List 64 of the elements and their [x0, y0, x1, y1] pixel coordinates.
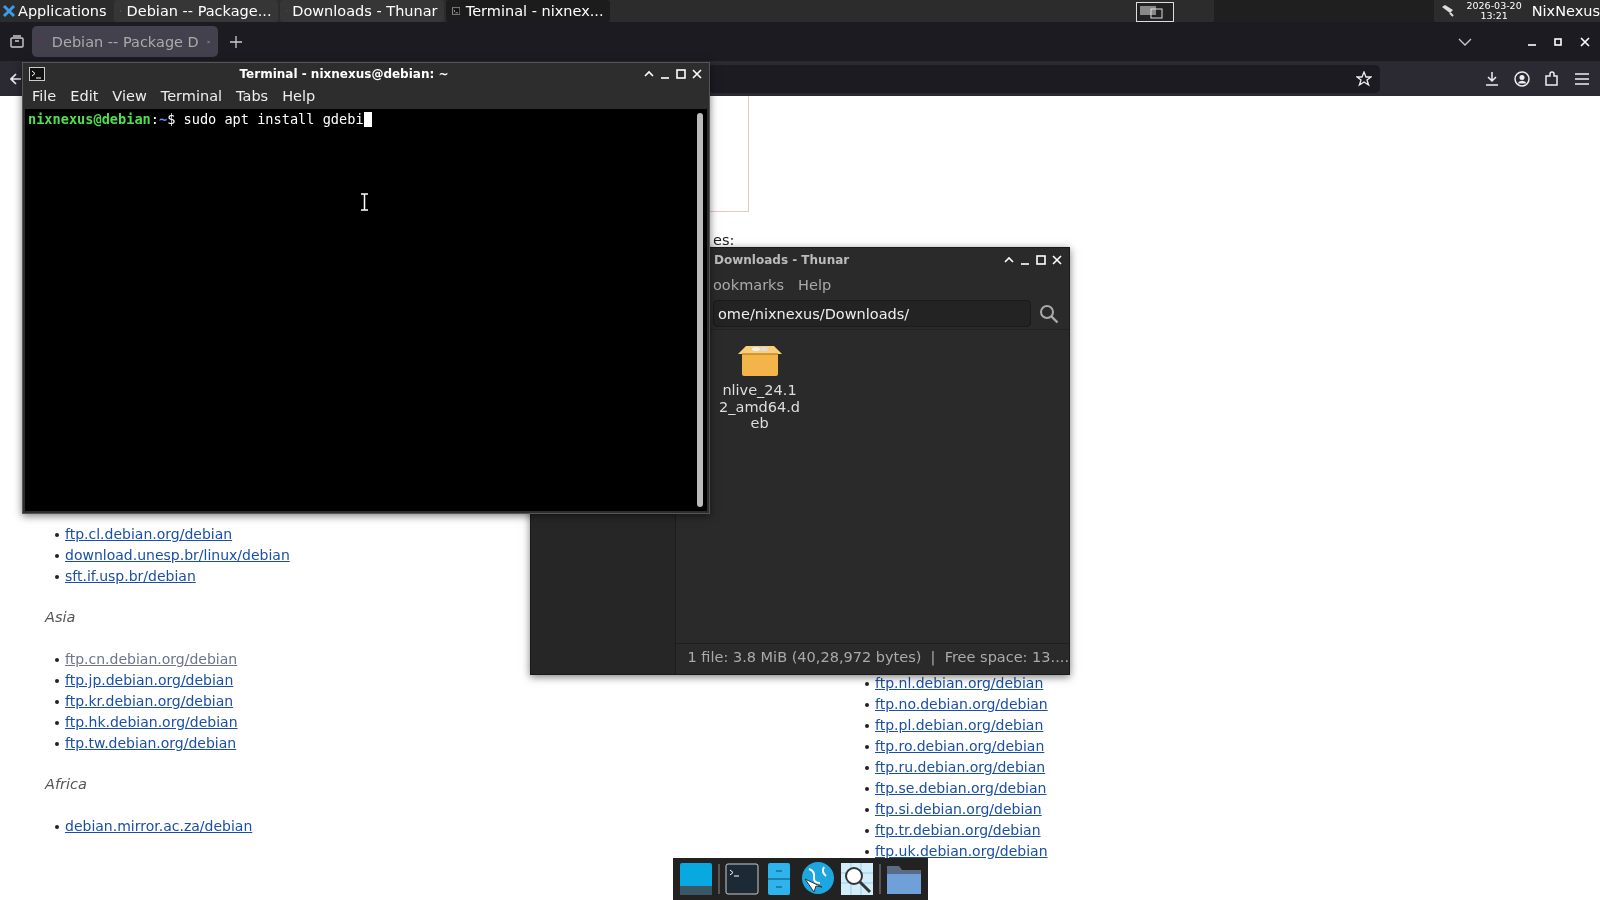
region-heading: Africa — [45, 775, 88, 794]
menu-item[interactable]: File — [25, 88, 64, 104]
desktop-icon[interactable] — [679, 862, 713, 896]
path-field[interactable]: ome/nixnexus/Downloads/ — [713, 300, 1031, 327]
menu-item[interactable]: Edit — [63, 88, 106, 104]
mirror-link[interactable]: ftp.hk.debian.org/debian — [65, 712, 238, 733]
account-icon[interactable] — [1514, 70, 1530, 87]
browser-tab[interactable]: Debian -- Package D — [32, 26, 218, 57]
mirror-link[interactable]: ftp.pl.debian.org/debian — [875, 715, 1044, 736]
mirror-link[interactable]: ftp.uk.debian.org/debian — [875, 841, 1048, 862]
clock[interactable]: 2026-03-20 13:21 — [1466, 1, 1522, 21]
download-icon[interactable] — [1484, 70, 1500, 87]
search-icon[interactable] — [840, 862, 874, 896]
scrollbar[interactable] — [697, 113, 703, 507]
tab-overview-icon[interactable] — [10, 35, 24, 48]
maximize-icon[interactable] — [1554, 37, 1562, 46]
mirror-link[interactable]: ftp.se.debian.org/debian — [875, 778, 1047, 799]
mirror-link[interactable]: ftp.nl.debian.org/debian — [875, 673, 1044, 694]
applications-menu[interactable]: Applications — [0, 0, 113, 22]
maximize-icon[interactable] — [675, 68, 687, 80]
page-text: es: — [713, 232, 735, 248]
menu-item[interactable]: View — [105, 88, 154, 104]
mirror-link[interactable]: ftp.no.debian.org/debian — [875, 694, 1048, 715]
mirror-link[interactable]: sft.if.usp.br/debian — [65, 566, 196, 587]
mirror-link[interactable]: ftp.ru.debian.org/debian — [875, 757, 1046, 778]
mirror-link[interactable]: ftp.cl.debian.org/debian — [65, 524, 233, 545]
mirror-link[interactable]: debian.mirror.ac.za/debian — [65, 816, 253, 837]
extensions-icon[interactable] — [1544, 70, 1560, 87]
new-tab-icon[interactable] — [230, 35, 242, 48]
menu-item[interactable]: ookmarks — [706, 277, 792, 293]
mirror-link[interactable]: ftp.ro.debian.org/debian — [875, 736, 1045, 757]
menu-item[interactable]: Terminal — [153, 88, 230, 104]
taskbar-button[interactable]: Terminal - nixnex... — [445, 0, 610, 22]
terminal-icon — [451, 5, 460, 17]
star-icon[interactable] — [1356, 70, 1372, 87]
chevron-down-icon[interactable] — [1458, 37, 1472, 46]
mirror-link[interactable]: ftp.kr.debian.org/debian — [65, 691, 234, 712]
user-name[interactable]: NixNexus — [1531, 3, 1600, 19]
terminal-icon — [29, 67, 45, 81]
region-heading: Asia — [45, 608, 77, 627]
mirror-link[interactable]: download.unesp.br/linux/debian — [65, 545, 290, 566]
back-arrow-icon[interactable] — [10, 72, 22, 85]
maximize-icon[interactable] — [1035, 254, 1047, 266]
taskbar-button[interactable]: Debian -- Package... — [113, 0, 278, 22]
taskbar-button[interactable]: Downloads - Thunar — [279, 0, 444, 22]
menu-icon[interactable] — [1574, 71, 1590, 86]
text-cursor-icon — [360, 193, 369, 211]
menu-item[interactable]: Help — [275, 88, 323, 104]
window-title: Downloads - Thunar — [714, 253, 851, 267]
terminal-icon[interactable] — [725, 862, 759, 896]
search-icon[interactable] — [1039, 303, 1059, 324]
x-logo-icon — [2, 4, 16, 18]
mirror-link[interactable]: ftp.cn.debian.org/debian — [65, 649, 238, 670]
globe-pointer-icon[interactable] — [799, 861, 835, 897]
mirror-link[interactable]: ftp.jp.debian.org/debian — [65, 670, 234, 691]
mirror-link[interactable]: ftp.si.debian.org/debian — [875, 799, 1042, 820]
menu-item[interactable]: Tabs — [229, 88, 276, 104]
menu-item[interactable]: Help — [791, 277, 839, 293]
workspace-switcher[interactable] — [1136, 2, 1175, 22]
mirror-link[interactable]: ftp.tw.debian.org/debian — [65, 733, 237, 754]
file-name[interactable]: nlive_24.1 2_amd64.d eb — [719, 382, 800, 432]
status-bar: 1 file: 3.8 MiB (40,28,972 bytes) | Free space: 13.... — [675, 643, 1069, 670]
window-title: Terminal - nixnexus@debian: ~ — [239, 67, 449, 81]
mirror-link[interactable]: ftp.tr.debian.org/debian — [875, 820, 1041, 841]
